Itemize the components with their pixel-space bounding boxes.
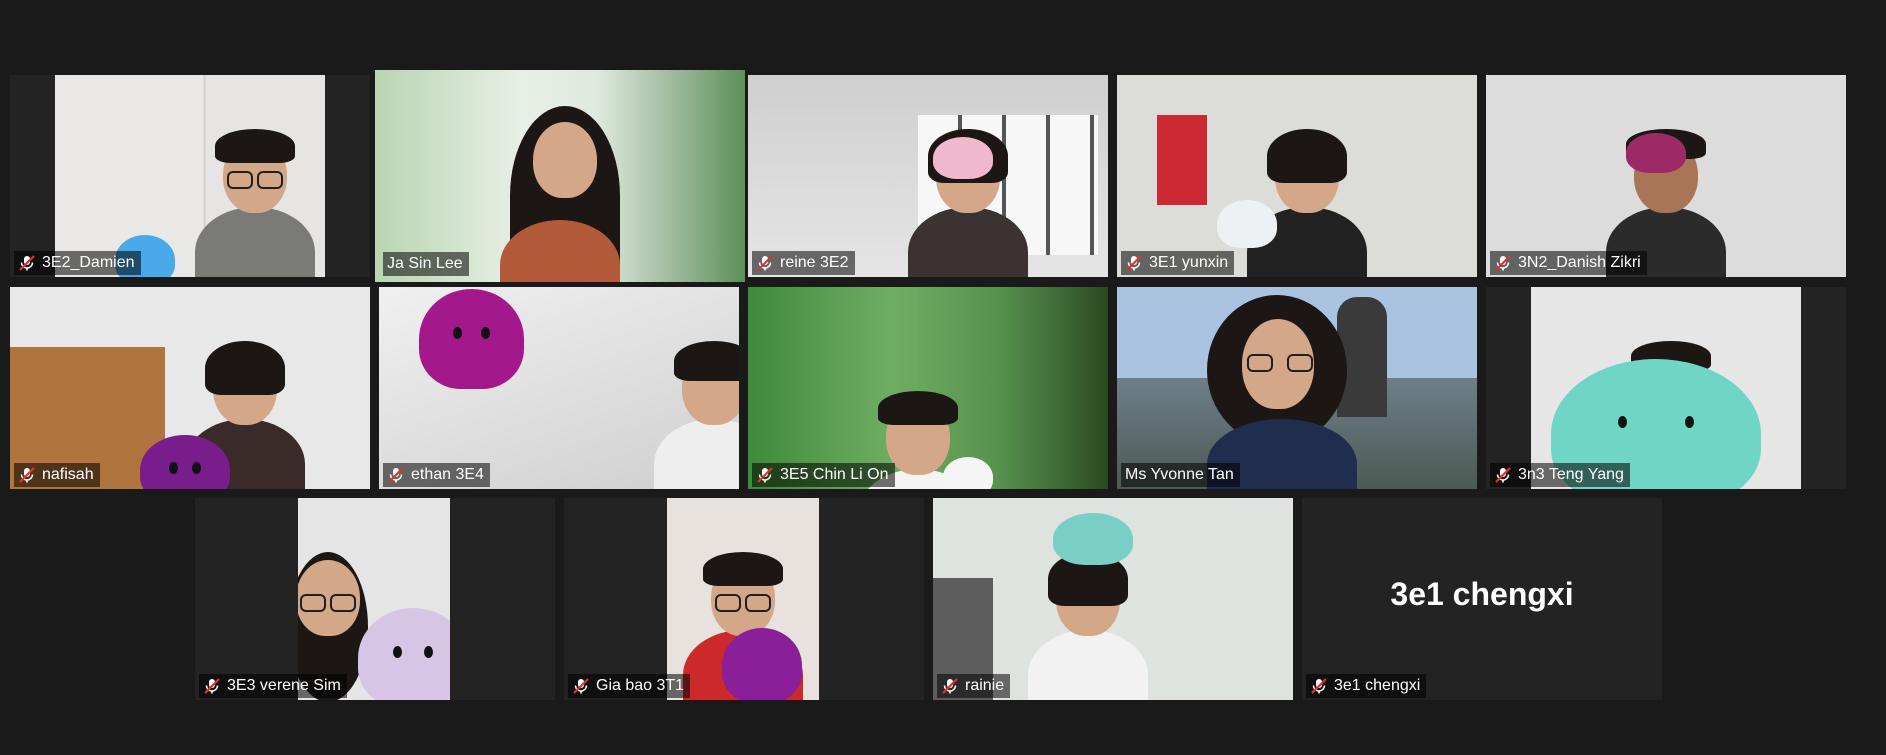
participant-figure <box>500 106 630 282</box>
plush-toy <box>1626 133 1686 173</box>
participant-name: ethan 3E4 <box>411 466 484 483</box>
video-feed <box>748 287 1108 489</box>
participant-name: Ja Sin Lee <box>387 255 463 272</box>
video-tile-ethan-3e4[interactable]: ethan 3E4 <box>379 287 739 489</box>
muted-microphone-icon <box>572 677 590 695</box>
muted-microphone-icon <box>756 466 774 484</box>
participant-name: Gia bao 3T1 <box>596 677 685 694</box>
plush-toy <box>1217 200 1277 248</box>
participant-figure <box>1197 295 1357 489</box>
video-feed <box>1117 287 1477 489</box>
participant-name: 3e1 chengxi <box>1334 677 1421 694</box>
video-feed <box>748 75 1108 277</box>
participant-label: 3E3 verene Sim <box>199 674 347 698</box>
participant-label: 3n3 Teng Yang <box>1490 463 1630 487</box>
video-tile-gia-bao-3t1[interactable]: Gia bao 3T1 <box>564 498 924 700</box>
video-feed <box>375 70 745 282</box>
video-tile-ms-yvonne-tan[interactable]: Ms Yvonne Tan <box>1117 287 1477 489</box>
participant-figure <box>654 341 739 489</box>
participant-figure <box>195 129 315 277</box>
video-feed <box>933 498 1293 700</box>
participant-name: 3n3 Teng Yang <box>1518 466 1624 483</box>
participant-label: ethan 3E4 <box>383 463 490 487</box>
muted-microphone-icon <box>1494 466 1512 484</box>
participant-label: rainie <box>937 674 1011 698</box>
video-feed <box>1486 75 1846 277</box>
video-tile-ja-sin-lee[interactable]: Ja Sin Lee <box>375 70 745 282</box>
muted-microphone-icon <box>1125 254 1143 272</box>
muted-microphone-icon <box>941 677 959 695</box>
plush-toy <box>1053 513 1133 565</box>
muted-microphone-icon <box>387 466 405 484</box>
participant-name: 3N2_Danish Zikri <box>1518 254 1641 271</box>
plush-toy <box>933 137 993 179</box>
muted-microphone-icon <box>1494 254 1512 272</box>
participant-label: 3N2_Danish Zikri <box>1490 251 1647 275</box>
participant-figure <box>1028 552 1148 700</box>
participant-label: 3E1 yunxin <box>1121 251 1235 275</box>
video-feed <box>10 287 370 489</box>
muted-microphone-icon <box>203 677 221 695</box>
video-tile-rainie[interactable]: rainie <box>933 498 1293 700</box>
participant-label: nafisah <box>14 463 100 487</box>
participant-label: Ms Yvonne Tan <box>1121 463 1240 487</box>
plush-toy <box>419 289 524 389</box>
video-tile-nafisah[interactable]: nafisah <box>10 287 370 489</box>
participant-label: 3E2_Damien <box>14 251 141 275</box>
video-tile-3e3-verene-sim[interactable]: 3E3 verene Sim <box>195 498 555 700</box>
participant-name: nafisah <box>42 466 94 483</box>
video-tile-3e5-chin-li-on[interactable]: 3E5 Chin Li On <box>748 287 1108 489</box>
participant-name: 3E5 Chin Li On <box>780 466 889 483</box>
video-tile-3e1-yunxin[interactable]: 3E1 yunxin <box>1117 75 1477 277</box>
video-feed <box>298 498 450 700</box>
participant-name: rainie <box>965 677 1005 694</box>
participant-name: 3E3 verene Sim <box>227 677 341 694</box>
video-tile-3e1-chengxi[interactable]: 3e1 chengxi 3e1 chengxi <box>1302 498 1662 700</box>
muted-microphone-icon <box>18 466 36 484</box>
video-feed <box>1531 287 1801 489</box>
video-tile-3n3-teng-yang[interactable]: 3n3 Teng Yang <box>1486 287 1846 489</box>
video-feed <box>667 498 819 700</box>
participant-label: 3e1 chengxi <box>1306 674 1427 698</box>
participant-label: 3E5 Chin Li On <box>752 463 895 487</box>
participant-name-placeholder: 3e1 chengxi <box>1390 576 1574 612</box>
video-tile-3n2-danish-zikri[interactable]: 3N2_Danish Zikri <box>1486 75 1846 277</box>
video-tile-reine-3e2[interactable]: reine 3E2 <box>748 75 1108 277</box>
participant-name: Ms Yvonne Tan <box>1125 466 1234 483</box>
participant-label: Ja Sin Lee <box>383 252 469 276</box>
muted-microphone-icon <box>1310 677 1328 695</box>
video-feed <box>1117 75 1477 277</box>
muted-microphone-icon <box>756 254 774 272</box>
participant-name: 3E1 yunxin <box>1149 254 1229 271</box>
plush-toy <box>722 628 802 700</box>
participant-name: reine 3E2 <box>780 254 849 271</box>
plush-toy <box>943 457 993 489</box>
participant-label: reine 3E2 <box>752 251 855 275</box>
participant-label: Gia bao 3T1 <box>568 674 691 698</box>
participant-name: 3E2_Damien <box>42 254 135 271</box>
video-feed <box>55 75 325 277</box>
muted-microphone-icon <box>18 254 36 272</box>
video-tile-3e2-damien[interactable]: 3E2_Damien <box>10 75 370 277</box>
video-feed <box>379 287 739 489</box>
